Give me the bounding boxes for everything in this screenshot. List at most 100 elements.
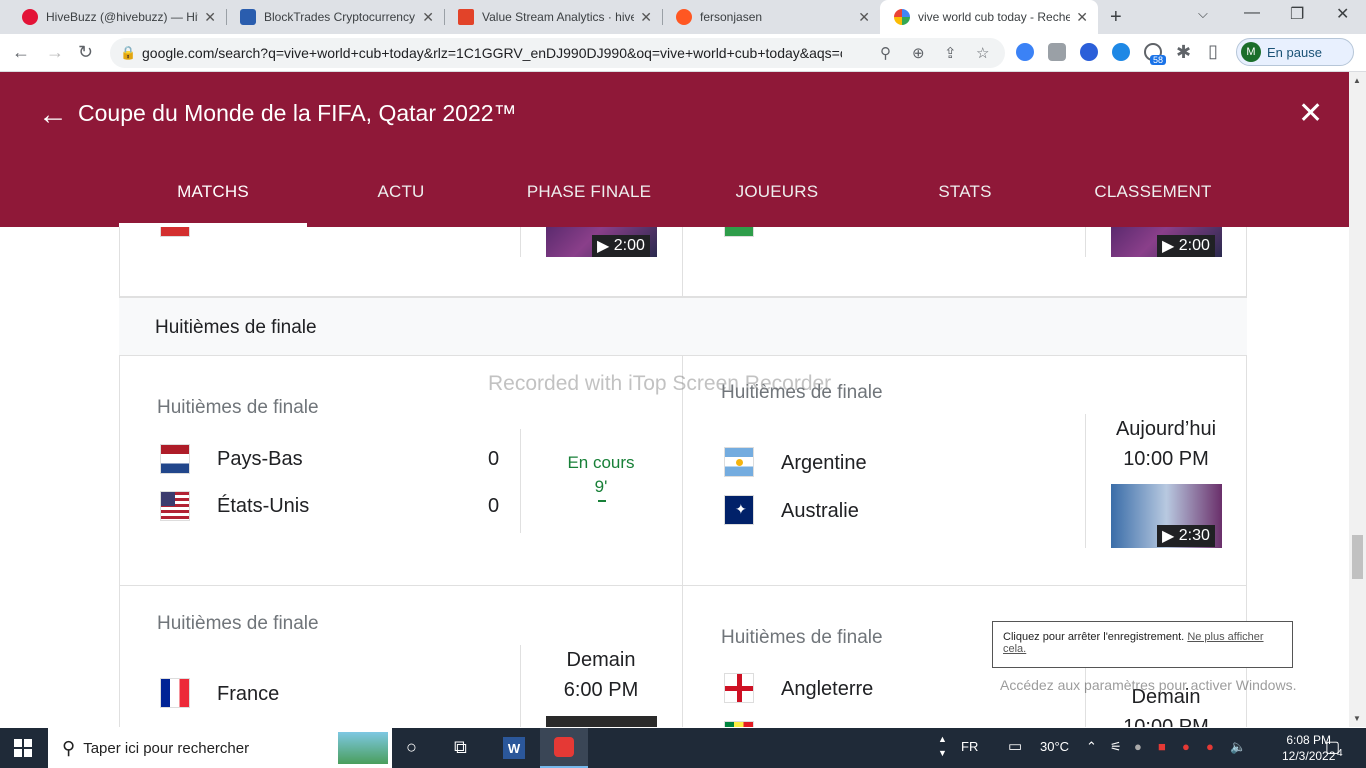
tab-matchs[interactable]: MATCHS <box>119 182 307 202</box>
extension-badge: 58 <box>1150 55 1167 65</box>
weather-icon[interactable]: ▭ <box>1008 737 1022 755</box>
close-tab-icon[interactable]: ✕ <box>858 9 870 26</box>
word-icon[interactable]: W <box>503 737 525 759</box>
tab-classement[interactable]: CLASSEMENT <box>1059 182 1247 202</box>
minimize-icon[interactable]: — <box>1244 4 1260 22</box>
input-language[interactable]: FR <box>961 739 978 754</box>
france-flag-icon <box>160 678 190 708</box>
bookmark-star-icon[interactable]: ☆ <box>976 44 989 62</box>
team-name: France <box>217 683 280 705</box>
scrollbar-thumb[interactable] <box>1352 535 1363 579</box>
new-tab-icon[interactable]: + <box>1110 6 1122 29</box>
notification-count: 4 <box>1337 748 1343 759</box>
cortana-icon[interactable]: ○ <box>406 737 417 758</box>
avatar: M <box>1241 42 1261 62</box>
puzzle-extensions-icon[interactable]: ✱ <box>1176 42 1191 63</box>
close-tab-icon[interactable]: ✕ <box>422 9 434 26</box>
search-highlight-image <box>338 732 388 764</box>
team-score: 0 <box>488 495 500 517</box>
close-tab-icon[interactable]: ✕ <box>640 9 652 26</box>
match-stage: Huitièmes de finale <box>721 627 883 648</box>
video-thumbnail[interactable] <box>546 716 657 727</box>
scroll-down-icon[interactable]: ▼ <box>1353 714 1361 723</box>
blocktrades-icon <box>240 9 256 25</box>
location-icon[interactable]: ⚲ <box>880 44 891 62</box>
recorder-tray-icon[interactable]: ■ <box>1158 739 1166 754</box>
extension-icon[interactable] <box>1080 43 1098 61</box>
network-icon[interactable]: ⚟ <box>1110 739 1122 755</box>
lock-icon[interactable]: 🔒 <box>120 45 136 61</box>
browser-tab[interactable]: Value Stream Analytics · hive ✕ <box>444 0 662 34</box>
restore-icon[interactable]: ❐ <box>1290 4 1304 24</box>
video-duration: ▶ 2:00 <box>1157 235 1215 257</box>
reddit-icon <box>676 9 692 25</box>
match-stage: Huitièmes de finale <box>157 397 319 418</box>
tab-actu[interactable]: ACTU <box>307 182 495 202</box>
screen-recorder-taskbar-button[interactable] <box>540 728 588 768</box>
chevron-up-icon[interactable]: ⌃ <box>1086 739 1097 755</box>
close-window-icon[interactable]: ✕ <box>1336 4 1349 24</box>
share-icon[interactable]: ⇪ <box>944 44 957 62</box>
tab-stats[interactable]: STATS <box>871 182 1059 202</box>
chevron-down-icon[interactable]: ⌵ <box>1198 6 1208 22</box>
browser-tab[interactable]: fersonjasen ✕ <box>662 0 880 34</box>
tab-phase-finale[interactable]: PHASE FINALE <box>495 182 683 202</box>
browser-tab-bar: HiveBuzz (@hivebuzz) — Hiv ✕ BlockTrades … <box>0 0 1366 34</box>
hivebuzz-icon <box>22 9 38 25</box>
back-arrow-icon[interactable]: ← <box>38 98 68 132</box>
taskbar-search-box[interactable]: ⚲ Taper ici pour rechercher <box>48 728 392 768</box>
temperature[interactable]: 30°C <box>1040 739 1069 754</box>
team-name: Australie <box>781 500 859 522</box>
scroll-up-icon[interactable]: ▲ <box>1353 76 1361 85</box>
netherlands-flag-icon <box>160 444 190 474</box>
browser-tab-active[interactable]: vive world cub today - Reche ✕ <box>880 0 1098 34</box>
england-flag-icon <box>724 673 754 703</box>
browser-toolbar: ← → ↻ 🔒 google.com/search?q=vive+world+c… <box>0 34 1366 72</box>
browser-tab[interactable]: BlockTrades Cryptocurrency E ✕ <box>226 0 444 34</box>
tray-scroll-icon[interactable]: ▲ ▼ <box>938 732 947 760</box>
recorder-tray-icon[interactable]: ● <box>1206 739 1214 754</box>
extension-icon[interactable] <box>1048 43 1066 61</box>
extension-icon[interactable] <box>1016 43 1034 61</box>
security-icon[interactable]: ● <box>1134 739 1142 754</box>
match-stage: Huitièmes de finale <box>157 613 319 634</box>
profile-status-label: En pause <box>1267 44 1322 60</box>
page-title: Coupe du Monde de la FIFA, Qatar 2022™ <box>78 100 517 126</box>
task-view-icon[interactable]: ⧉ <box>454 737 467 758</box>
windows-start-icon[interactable] <box>14 739 32 757</box>
video-duration: ▶ 2:00 <box>592 235 650 257</box>
gitlab-icon <box>458 9 474 25</box>
url-text[interactable]: google.com/search?q=vive+world+cub+today… <box>142 45 842 61</box>
close-tab-icon[interactable]: ✕ <box>1076 9 1088 26</box>
recorder-tray-icon[interactable]: ● <box>1182 739 1190 754</box>
side-panel-icon[interactable]: ▯ <box>1208 41 1218 62</box>
usa-flag-icon <box>160 491 190 521</box>
google-icon <box>894 9 910 25</box>
forward-arrow-icon[interactable]: → <box>46 42 64 63</box>
recorder-watermark: Recorded with iTop Screen Recorder <box>488 372 832 395</box>
profile-button[interactable]: M En pause <box>1236 38 1354 66</box>
browser-tab[interactable]: HiveBuzz (@hivebuzz) — Hiv ✕ <box>8 0 226 34</box>
extension-icon[interactable] <box>1112 43 1130 61</box>
page-scrollbar[interactable]: ▲ ▼ <box>1349 72 1366 727</box>
live-indicator <box>598 500 606 502</box>
reload-icon[interactable]: ↻ <box>78 42 93 63</box>
video-duration: ▶ 2:30 <box>1157 525 1215 547</box>
match-status: En cours <box>567 453 635 472</box>
team-name: Argentine <box>781 452 867 474</box>
section-header: Huitièmes de finale <box>119 297 1247 356</box>
close-icon[interactable]: ✕ <box>1298 96 1323 131</box>
sports-header: ← Coupe du Monde de la FIFA, Qatar 2022™… <box>0 72 1349 227</box>
flag-icon <box>724 227 754 237</box>
senegal-flag-icon <box>724 721 754 727</box>
team-score: 0 <box>488 448 500 470</box>
recorder-tooltip[interactable]: Cliquez pour arrêter l'enregistrement. N… <box>992 621 1293 668</box>
back-arrow-icon[interactable]: ← <box>12 42 30 63</box>
address-bar[interactable]: 🔒 google.com/search?q=vive+world+cub+tod… <box>110 38 1005 68</box>
close-tab-icon[interactable]: ✕ <box>204 9 216 26</box>
argentina-flag-icon <box>724 447 754 477</box>
zoom-icon[interactable]: ⊕ <box>912 44 925 62</box>
volume-icon[interactable]: 🔈 <box>1230 739 1246 755</box>
section-title: Huitièmes de finale <box>155 317 317 338</box>
tab-joueurs[interactable]: JOUEURS <box>683 182 871 202</box>
